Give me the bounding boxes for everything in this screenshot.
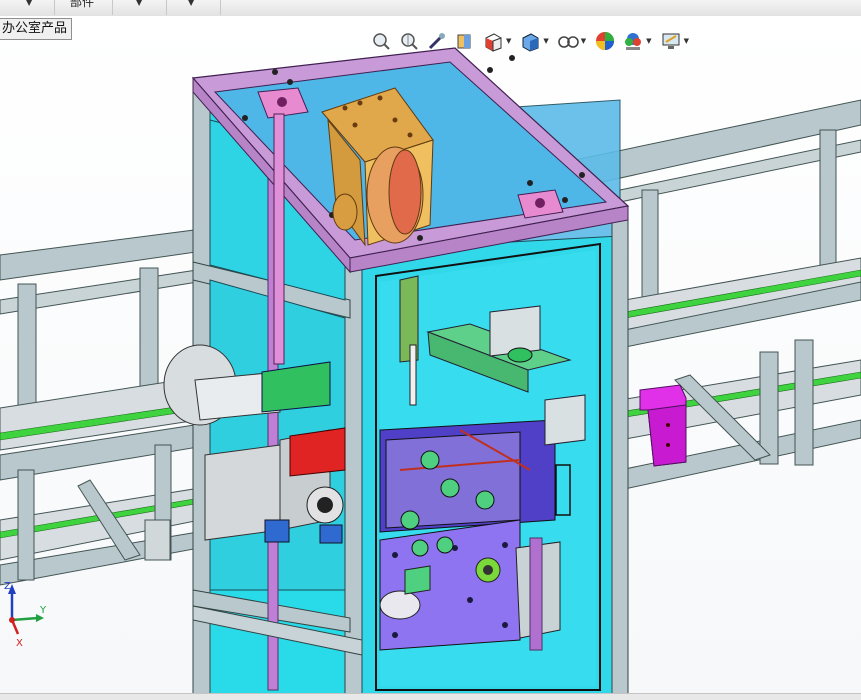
menu-item-4[interactable]: ▼ xyxy=(166,0,221,15)
dropdown-arrow-icon: ▼ xyxy=(26,0,33,7)
apply-scene-icon[interactable] xyxy=(622,30,644,52)
menu-item-parts[interactable]: 部件 xyxy=(54,0,113,15)
y-axis-label: Y xyxy=(39,605,47,616)
view-orientation-icon[interactable] xyxy=(482,30,504,52)
hide-show-items-icon[interactable] xyxy=(557,30,579,52)
heads-up-view-toolbar: ▼ ▼ ▼ ▼ ▼ xyxy=(370,26,697,56)
section-view-icon[interactable] xyxy=(454,30,476,52)
document-tab[interactable]: 办公室产品 xyxy=(0,18,73,40)
menu-item-1[interactable]: ▼ xyxy=(0,0,55,15)
edit-appearance-icon[interactable] xyxy=(594,30,616,52)
view-settings-icon[interactable] xyxy=(660,30,682,52)
x-axis-label: X xyxy=(16,638,23,649)
menu-item-3[interactable]: ▼ xyxy=(112,0,167,15)
previous-view-icon[interactable] xyxy=(426,30,448,52)
display-style-icon[interactable] xyxy=(519,30,541,52)
y-axis xyxy=(11,616,39,622)
reference-triad: Z Y X xyxy=(4,581,47,649)
dropdown-arrow-icon[interactable]: ▼ xyxy=(581,37,586,45)
command-bar: ▼ 部件 ▼ ▼ xyxy=(0,0,861,17)
dropdown-arrow-icon[interactable]: ▼ xyxy=(506,37,511,45)
z-axis-label: Z xyxy=(4,581,11,592)
zoom-to-area-icon[interactable] xyxy=(398,30,420,52)
dropdown-arrow-icon: ▼ xyxy=(188,0,195,7)
model-viewport[interactable] xyxy=(0,16,861,693)
dropdown-arrow-icon[interactable]: ▼ xyxy=(543,37,548,45)
dropdown-arrow-icon[interactable]: ▼ xyxy=(684,37,689,45)
dropdown-arrow-icon: ▼ xyxy=(136,0,143,7)
zoom-to-fit-icon[interactable] xyxy=(370,30,392,52)
dropdown-arrow-icon[interactable]: ▼ xyxy=(646,37,651,45)
